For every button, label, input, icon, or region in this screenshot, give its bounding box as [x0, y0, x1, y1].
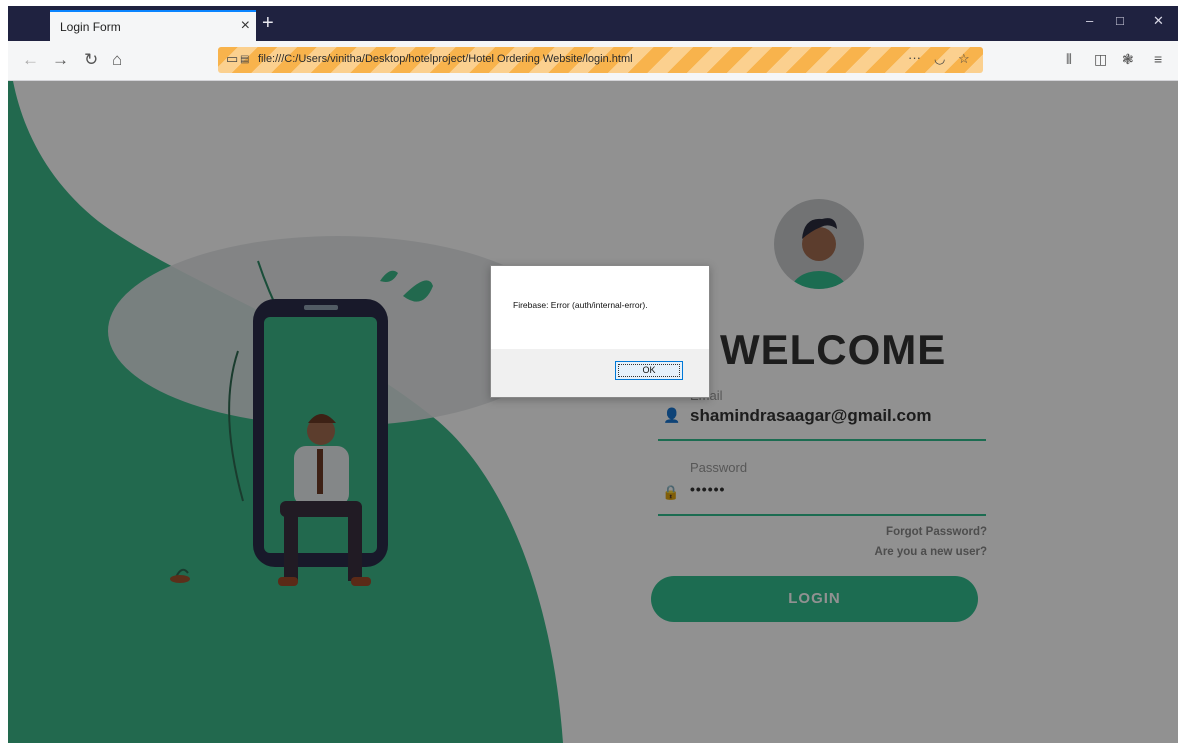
browser-window: Login Form × + – □ ✕ ← → ↻ ⌂ ▭ ▤ file://…: [8, 6, 1178, 743]
close-window-button[interactable]: ✕: [1153, 13, 1164, 29]
menu-icon[interactable]: ≡: [1154, 51, 1162, 67]
tab-title: Login Form: [60, 20, 121, 34]
library-icon[interactable]: ⫴: [1066, 51, 1072, 68]
modal-overlay: [8, 81, 1178, 743]
page-actions-icon[interactable]: ···: [908, 50, 921, 65]
tab-close-icon[interactable]: ×: [241, 17, 250, 35]
url-text[interactable]: file:///C:/Users/vinitha/Desktop/hotelpr…: [258, 53, 633, 65]
new-tab-button[interactable]: +: [262, 12, 274, 35]
bookmark-star-icon[interactable]: ☆: [958, 51, 970, 67]
reload-icon[interactable]: ↻: [84, 50, 98, 70]
forward-icon[interactable]: →: [52, 50, 69, 70]
extension-icon[interactable]: ❃: [1122, 51, 1134, 68]
alert-dialog: Firebase: Error (auth/internal-error). O…: [490, 265, 710, 398]
page-icon[interactable]: ▭: [226, 51, 238, 67]
dialog-message: Firebase: Error (auth/internal-error).: [513, 300, 648, 310]
tab-bar: Login Form × + – □ ✕: [8, 6, 1178, 41]
minimize-button[interactable]: –: [1086, 13, 1093, 28]
ok-button[interactable]: OK: [615, 361, 683, 380]
dialog-footer: OK: [491, 349, 709, 397]
home-icon[interactable]: ⌂: [112, 50, 122, 70]
pocket-icon[interactable]: ◡: [934, 51, 945, 67]
sidebar-icon[interactable]: ◫: [1094, 51, 1107, 68]
url-bar[interactable]: ▭ ▤ file:///C:/Users/vinitha/Desktop/hot…: [218, 47, 983, 73]
page-content: WELCOME Email 👤 shamindrasaagar@gmail.co…: [8, 81, 1178, 743]
back-icon[interactable]: ←: [22, 50, 39, 70]
nav-bar: ← → ↻ ⌂ ▭ ▤ file:///C:/Users/vinitha/Des…: [8, 41, 1178, 81]
maximize-button[interactable]: □: [1116, 13, 1124, 28]
tab-login-form[interactable]: Login Form ×: [50, 10, 256, 41]
page-info-icon[interactable]: ▤: [240, 54, 249, 65]
